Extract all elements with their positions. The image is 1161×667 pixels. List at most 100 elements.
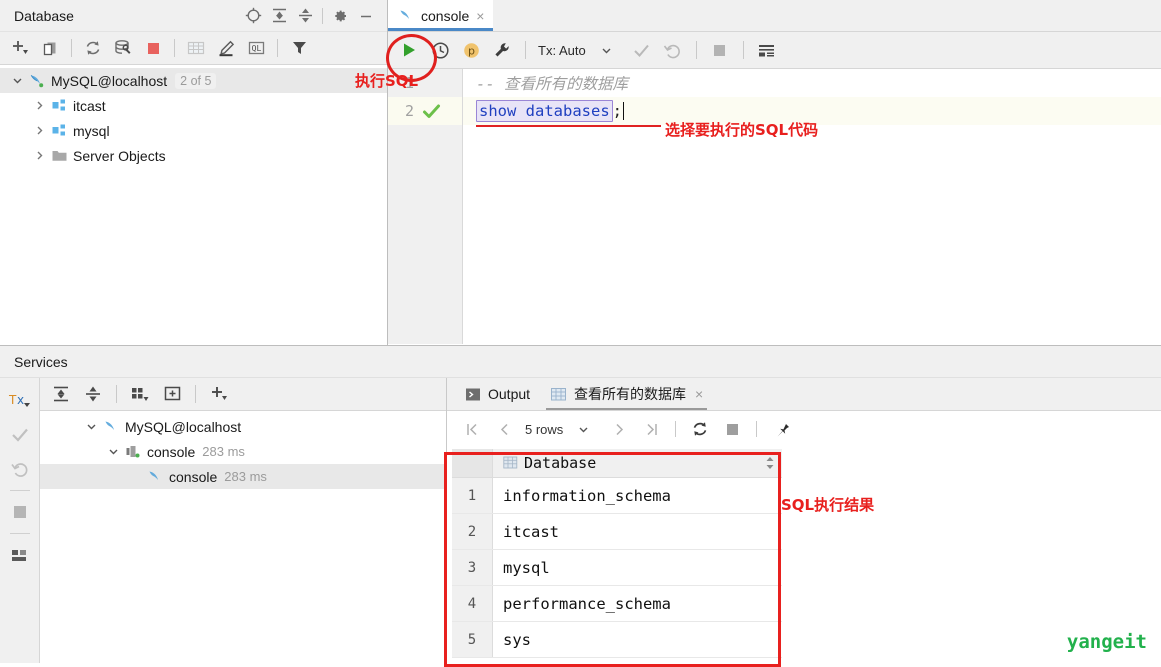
chevron-right-icon[interactable] — [30, 147, 48, 165]
query-console-icon[interactable]: QL — [242, 35, 270, 61]
tree-item-label: Server Objects — [73, 147, 166, 164]
next-page-icon — [604, 416, 634, 442]
divider — [675, 421, 677, 437]
database-tree: MySQL@localhost 2 of 5 itcast mysql Serv… — [0, 65, 387, 168]
chevron-right-icon[interactable] — [30, 97, 48, 115]
expand-all-icon[interactable] — [46, 381, 76, 407]
services-tree-column: MySQL@localhost console 283 ms console 2… — [40, 378, 447, 663]
tree-item-label: console — [147, 443, 196, 460]
refresh-icon[interactable] — [79, 35, 107, 61]
tree-item-server-objects[interactable]: Server Objects — [0, 143, 387, 168]
tree-item-label: MySQL@localhost — [125, 418, 242, 435]
settings-gear-icon[interactable] — [327, 3, 353, 29]
divider — [322, 7, 323, 24]
database-panel-title: Database — [14, 7, 74, 24]
chevron-right-icon[interactable] — [30, 122, 48, 140]
expand-all-icon[interactable] — [266, 3, 292, 29]
close-icon[interactable]: × — [695, 387, 703, 401]
tab-output[interactable]: Output — [455, 378, 540, 410]
collapse-all-icon[interactable] — [292, 3, 318, 29]
tree-item-mysql[interactable]: mysql — [0, 118, 387, 143]
add-icon[interactable] — [6, 35, 34, 61]
parameters-badge-icon[interactable]: p — [456, 36, 486, 64]
code-lines[interactable]: -- 查看所有的数据库 show databases; — [463, 69, 1161, 344]
divider — [9, 533, 30, 534]
schema-icon — [48, 123, 70, 138]
divider — [525, 41, 526, 59]
chevron-down-icon[interactable] — [104, 443, 122, 461]
tree-item-mysql-localhost[interactable]: MySQL@localhost 2 of 5 — [0, 68, 387, 93]
divider — [277, 39, 278, 57]
divider — [756, 421, 758, 437]
annotation-run-sql: 执行SQL — [355, 72, 419, 90]
text-caret — [623, 102, 624, 120]
divider — [695, 41, 697, 59]
edit-icon[interactable] — [212, 35, 240, 61]
commit-icon — [4, 418, 36, 452]
tx-icon[interactable]: Tx — [4, 384, 36, 418]
tree-item-duration: 283 ms — [202, 444, 245, 459]
add-icon[interactable] — [204, 381, 234, 407]
tree-item-label: MySQL@localhost — [51, 72, 168, 89]
duplicate-icon[interactable] — [36, 35, 64, 61]
session-icon — [122, 444, 144, 459]
reload-icon[interactable] — [685, 416, 715, 442]
line-number: 2 — [404, 102, 414, 120]
mysql-dolphin-icon — [398, 8, 415, 23]
services-tree: MySQL@localhost console 283 ms console 2… — [40, 411, 446, 489]
group-by-icon[interactable] — [125, 381, 155, 407]
pin-icon[interactable] — [766, 416, 796, 442]
chevron-down-icon[interactable] — [8, 72, 26, 90]
mysql-dolphin-icon — [26, 73, 48, 88]
services-tree-item-console-statement[interactable]: console 283 ms — [40, 464, 446, 489]
row-count-dropdown[interactable]: 5 rows — [521, 416, 602, 442]
parameters-table-icon[interactable] — [752, 36, 782, 64]
divider — [174, 39, 175, 57]
tab-console[interactable]: console × — [388, 0, 494, 31]
code-editor[interactable]: 1 2 -- 查看所有的数据库 show databases; — [388, 69, 1161, 344]
datasource-properties-icon[interactable] — [109, 35, 137, 61]
divider — [742, 41, 744, 59]
tree-item-label: console — [169, 468, 218, 485]
hide-panel-icon[interactable] — [353, 3, 379, 29]
stop-icon — [717, 416, 747, 442]
stop-icon[interactable] — [139, 35, 167, 61]
stop-icon — [4, 495, 36, 529]
services-toolbar — [40, 378, 446, 411]
output-console-icon — [465, 387, 481, 402]
services-tree-item-mysql-localhost[interactable]: MySQL@localhost — [40, 414, 446, 439]
tree-item-duration: 283 ms — [224, 469, 267, 484]
chevron-down-icon — [568, 416, 598, 442]
last-page-icon — [636, 416, 666, 442]
session-settings-wrench-icon[interactable] — [487, 36, 517, 64]
tab-result-set[interactable]: 查看所有的数据库 × — [540, 378, 713, 410]
layout-icon[interactable] — [4, 538, 36, 572]
watermark: yangeit — [1066, 631, 1147, 653]
database-panel-header: Database — [0, 0, 387, 32]
code-line-1[interactable]: -- 查看所有的数据库 — [463, 69, 1161, 97]
mysql-dolphin-icon — [144, 469, 166, 484]
tree-item-label: mysql — [73, 122, 110, 139]
tx-mode-label: Tx: Auto — [538, 42, 586, 58]
tree-item-itcast[interactable]: itcast — [0, 93, 387, 118]
divider — [195, 385, 196, 403]
rollback-icon — [4, 452, 36, 486]
chevron-down-icon[interactable] — [82, 418, 100, 436]
database-panel: Database QL MySQL@localhost 2 of 5 itcas… — [0, 0, 388, 345]
new-window-icon[interactable] — [157, 381, 187, 407]
filter-icon[interactable] — [285, 35, 313, 61]
annotation-box-result-grid — [444, 452, 781, 667]
editor-zone: console × p Tx: Auto 1 2 -- 查看所有的数据库 sho… — [388, 0, 1161, 345]
folder-icon — [48, 148, 70, 163]
tx-mode-dropdown[interactable]: Tx: Auto — [534, 36, 626, 64]
first-page-icon — [457, 416, 487, 442]
close-icon[interactable]: × — [476, 9, 484, 23]
collapse-all-icon[interactable] — [78, 381, 108, 407]
selected-sql-statement[interactable]: show databases — [476, 100, 613, 122]
tree-item-label: itcast — [73, 97, 106, 114]
statement-ok-check-icon — [414, 102, 448, 121]
locate-icon[interactable] — [240, 3, 266, 29]
services-panel-title: Services — [14, 353, 68, 370]
services-tree-item-console-session[interactable]: console 283 ms — [40, 439, 446, 464]
